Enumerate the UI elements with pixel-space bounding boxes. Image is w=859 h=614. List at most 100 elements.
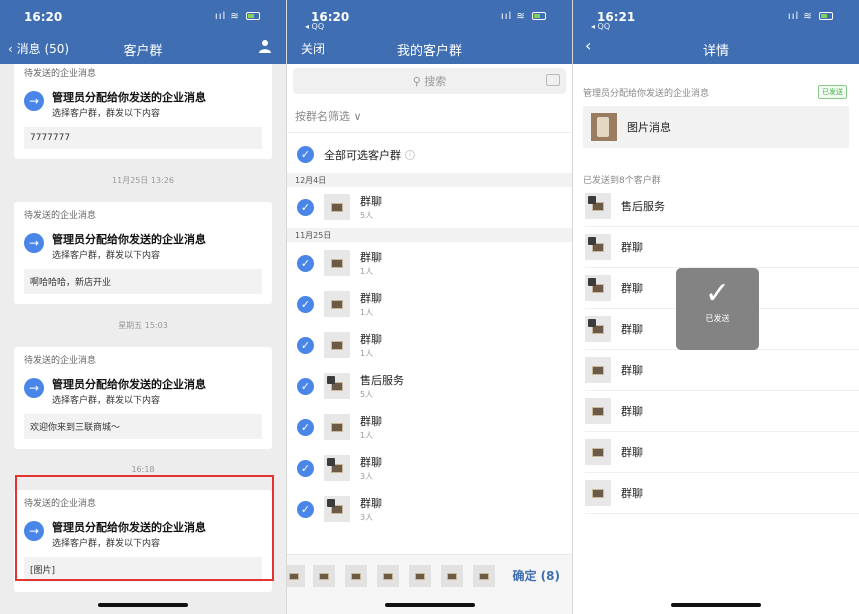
screen-customer-group-feed: 16:20 ııl ≋ ‹ 消息 (50) 客户群 待发送的企业消息 → 管理员…: [0, 0, 286, 614]
timestamp: 11月25日 13:26: [112, 176, 174, 185]
card-sub: 选择客户群，群发以下内容: [52, 396, 161, 406]
checkmark-icon[interactable]: ✓: [297, 459, 314, 477]
group-row[interactable]: ✓ 群聊 1人: [297, 407, 572, 447]
group-row[interactable]: ✓ 售后服务 5人: [297, 366, 572, 406]
group-count: 1人: [360, 308, 374, 317]
image-thumbnail: [591, 113, 617, 141]
toast-text: 已发送: [705, 314, 730, 323]
group-avatar: [585, 234, 611, 260]
page-title: 客户群: [123, 44, 163, 59]
group-name: 群聊: [360, 251, 382, 264]
group-name: 群聊: [621, 323, 643, 336]
card-head: 待发送的企业消息: [24, 356, 97, 366]
group-name: 售后服务: [621, 200, 665, 213]
arrow-right-icon: →: [24, 91, 44, 111]
group-avatar: [585, 275, 611, 301]
sent-group-row[interactable]: 售后服务: [585, 186, 859, 227]
filter-dropdown[interactable]: 按群名筛选 ∨: [295, 108, 362, 124]
select-all-label: 全部可选客户群: [324, 148, 401, 162]
group-avatar: [324, 455, 350, 481]
group-count: 5人: [360, 211, 374, 220]
selected-group-thumb[interactable]: [313, 565, 335, 587]
sent-to-label: 已发送到8个客户群: [583, 176, 661, 186]
group-name: 群聊: [360, 292, 382, 305]
card-content: 啊哈哈哈，新店开业: [24, 269, 262, 294]
message-preview[interactable]: 图片消息: [583, 106, 849, 148]
group-avatar: [585, 439, 611, 465]
group-avatar: [324, 373, 350, 399]
group-row[interactable]: ✓ 群聊 3人: [297, 489, 572, 529]
message-card[interactable]: 待发送的企业消息 → 管理员分配给你发送的企业消息 选择客户群，群发以下内容 7…: [14, 64, 272, 159]
selected-group-thumb[interactable]: [473, 565, 495, 587]
search-input[interactable]: ⚲ 搜索: [293, 68, 566, 94]
select-all-row[interactable]: ✓ 全部可选客户群 i: [297, 146, 415, 163]
sent-badge: 已发送: [818, 85, 847, 99]
sent-group-row[interactable]: 群聊: [585, 227, 859, 268]
card-content: 7777777: [24, 127, 262, 149]
group-avatar: [324, 250, 350, 276]
message-label: 管理员分配给你发送的企业消息: [583, 89, 710, 99]
group-name: 群聊: [621, 364, 643, 377]
sent-toast: ✓ 已发送: [676, 268, 759, 350]
checkmark-icon: ✓: [704, 276, 731, 311]
group-row[interactable]: ✓ 群聊 3人: [297, 448, 572, 488]
highlight-box: [15, 475, 274, 581]
date-header: 12月4日: [287, 173, 572, 187]
confirm-button[interactable]: 确定 (8): [513, 567, 561, 584]
status-time: 16:20: [24, 10, 63, 24]
card-sub: 选择客户群，群发以下内容: [52, 109, 161, 119]
checkmark-icon[interactable]: ✓: [297, 336, 314, 354]
status-sub: ◂ QQ: [591, 22, 611, 31]
group-name: 群聊: [360, 333, 382, 346]
group-name: 群聊: [621, 487, 643, 500]
checkmark-icon[interactable]: ✓: [297, 418, 314, 436]
group-row[interactable]: ✓ 群聊 1人: [297, 243, 572, 283]
group-row[interactable]: ✓ 群聊 1人: [297, 284, 572, 324]
group-name: 群聊: [360, 456, 382, 469]
group-avatar: [585, 316, 611, 342]
checkmark-icon[interactable]: ✓: [297, 198, 314, 216]
selected-group-thumb[interactable]: [441, 565, 463, 587]
group-count: 1人: [360, 349, 374, 358]
group-row[interactable]: ✓ 群聊 5人: [297, 187, 572, 227]
sent-group-row[interactable]: 群聊: [585, 473, 859, 514]
group-count: 3人: [360, 472, 374, 481]
selected-group-thumb[interactable]: [409, 565, 431, 587]
message-text: 图片消息: [627, 121, 671, 134]
group-count: 1人: [360, 267, 374, 276]
group-avatar: [585, 357, 611, 383]
checkmark-icon[interactable]: ✓: [297, 377, 314, 395]
nav-bar: 16:20 ◂ QQ ııl ≋ 关闭 我的客户群: [287, 0, 572, 64]
arrow-right-icon: →: [24, 233, 44, 253]
sent-group-row[interactable]: 群聊: [585, 391, 859, 432]
card-title: 管理员分配给你发送的企业消息: [52, 91, 206, 104]
info-icon[interactable]: i: [405, 149, 415, 160]
checkmark-icon[interactable]: ✓: [297, 500, 314, 518]
group-name: 群聊: [360, 195, 382, 208]
sent-group-row[interactable]: 群聊: [585, 432, 859, 473]
sent-group-row[interactable]: 群聊: [585, 350, 859, 391]
message-card[interactable]: 待发送的企业消息 → 管理员分配给你发送的企业消息 选择客户群，群发以下内容 啊…: [14, 202, 272, 304]
group-name: 群聊: [621, 241, 643, 254]
list-menu-icon[interactable]: [546, 74, 560, 86]
system-status-icons: ııl ≋: [501, 11, 546, 22]
nav-bar: 16:21 ◂ QQ ııl ≋ ‹ 详情: [573, 0, 859, 64]
group-count: 5人: [360, 390, 374, 399]
selected-group-thumb[interactable]: [345, 565, 367, 587]
group-name: 群聊: [360, 415, 382, 428]
checkmark-icon[interactable]: ✓: [297, 295, 314, 313]
home-indicator: [671, 603, 761, 607]
group-avatar: [585, 398, 611, 424]
person-icon[interactable]: [258, 38, 272, 57]
group-row[interactable]: ✓ 群聊 1人: [297, 325, 572, 365]
search-placeholder: 搜索: [424, 75, 447, 88]
selected-group-thumb[interactable]: [287, 565, 305, 587]
checkmark-icon[interactable]: ✓: [297, 254, 314, 272]
card-title: 管理员分配给你发送的企业消息: [52, 378, 206, 391]
selected-group-thumb[interactable]: [377, 565, 399, 587]
card-sub: 选择客户群，群发以下内容: [52, 251, 161, 261]
message-card[interactable]: 待发送的企业消息 → 管理员分配给你发送的企业消息 选择客户群，群发以下内容 欢…: [14, 347, 272, 449]
date-header: 11月25日: [287, 228, 572, 242]
home-indicator: [98, 603, 188, 607]
checkmark-icon[interactable]: ✓: [297, 146, 314, 163]
